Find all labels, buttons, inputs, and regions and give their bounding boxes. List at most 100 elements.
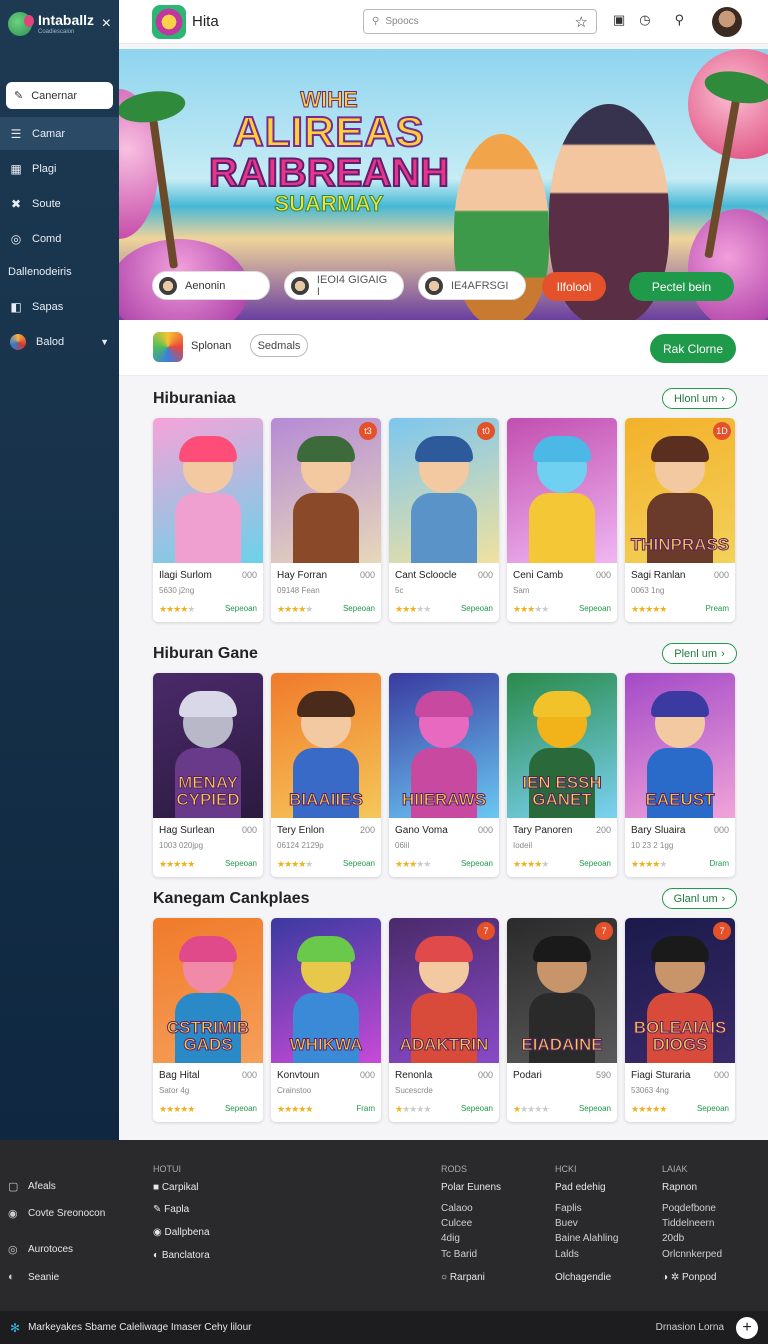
- user-avatar[interactable]: [712, 7, 742, 37]
- footer-link[interactable]: ◑ ✲ Ponpod: [662, 1272, 716, 1283]
- game-card[interactable]: BIAAIIES Tery Enlon 200 06124 2129p ★★★★★ Sep…: [271, 673, 381, 877]
- footer-link[interactable]: Orlcnnkerped: [662, 1249, 722, 1260]
- game-card[interactable]: t0 Cant Scloocle 000 5c ★★★★★ Sepeoan: [389, 418, 499, 622]
- game-card[interactable]: EAEUST Bary Sluaira 000 10 23 2 1gg ★★★★★ Dra…: [625, 673, 735, 877]
- sidebar-item-soute[interactable]: ✖ Soute: [0, 187, 119, 220]
- footer-item[interactable]: ◎ Aurotoces: [8, 1243, 73, 1256]
- card-badge: 7: [595, 922, 613, 940]
- see-more-button[interactable]: Hlonl um ›: [662, 388, 737, 409]
- footer-item[interactable]: ◉ Covte Sreonocon: [8, 1207, 105, 1220]
- game-status: Sepeoan: [460, 604, 493, 613]
- hero-pill[interactable]: IE4AFRSGI: [418, 271, 526, 300]
- close-icon[interactable]: ×: [102, 15, 111, 33]
- footer-link[interactable]: Olchagendie: [555, 1272, 611, 1283]
- card-badge: t0: [477, 422, 495, 440]
- footer-link[interactable]: ◐ Banclatora: [153, 1250, 210, 1261]
- footer-link[interactable]: Polar Eunens: [441, 1182, 501, 1193]
- card-row: CSTRIMIB GADS Bag Hital 000 Sator 4g ★★★★★ Se…: [153, 918, 735, 1122]
- footer-item[interactable]: ▢ Afeals: [8, 1180, 56, 1193]
- game-subtitle: 06lil: [395, 841, 410, 850]
- thumbnail-title: CSTRIMIB GADS: [166, 1018, 250, 1054]
- character-hair: [533, 691, 591, 717]
- sidebar-item-camar[interactable]: ☰ Camar: [0, 117, 119, 150]
- footer-link[interactable]: ✎ Fapla: [153, 1204, 189, 1215]
- filter-chip[interactable]: Sedmals: [250, 334, 308, 357]
- footer-link[interactable]: Culcee: [441, 1218, 472, 1229]
- footer-link[interactable]: Pad edehig: [555, 1182, 606, 1193]
- app-root: Intaballz Coadiescaion × ✎ Canernar ☰ Ca…: [0, 0, 768, 1344]
- footer-link[interactable]: Baine Alahling: [555, 1233, 618, 1244]
- moon-icon: ◐: [8, 1271, 15, 1283]
- bottom-bar-right-text[interactable]: Drnasion Lorna: [656, 1322, 724, 1333]
- chevron-right-icon: ›: [721, 647, 725, 660]
- footer-link[interactable]: Faplis: [555, 1203, 582, 1214]
- footer-link[interactable]: Poqdefbone: [662, 1203, 716, 1214]
- footer-link[interactable]: ○ Rarpani: [441, 1272, 485, 1283]
- game-card[interactable]: MENAY CYPIED Hag Surlean 000 1003 020jpg ★★★…: [153, 673, 263, 877]
- game-card[interactable]: CSTRIMIB GADS Bag Hital 000 Sator 4g ★★★★★ Se…: [153, 918, 263, 1122]
- rating-stars: ★★★★★: [159, 604, 195, 614]
- game-card[interactable]: 7 EIADAINE Podari 590 ★★★★★ Sepeoan: [507, 918, 617, 1122]
- chevron-down-icon: ▼: [100, 336, 109, 347]
- game-card[interactable]: IEN ESSH GANET Tary Panoren 200 Iodeil ★★★★★…: [507, 673, 617, 877]
- settings-icon: ◑ ✲: [662, 1272, 680, 1283]
- search-input[interactable]: ⚲ Spoocs ☆: [363, 9, 597, 34]
- brand-logo-icon[interactable]: [152, 4, 186, 39]
- game-card[interactable]: 7 BOLEAIAIS DIOGS Fiagi Sturaria 000 53063 4…: [625, 918, 735, 1122]
- sidebar-item-plagi[interactable]: ▦ Plagi: [0, 152, 119, 185]
- card-row: MENAY CYPIED Hag Surlean 000 1003 020jpg ★★★…: [153, 673, 735, 877]
- game-card[interactable]: 1D THINPRASS Sagi Ranlan 000 0063 1ng ★★★★★ Pr…: [625, 418, 735, 622]
- footer-link[interactable]: ◉ Dallpbena: [153, 1227, 210, 1238]
- card-row: Ilagi Surlom 000 5630 j2ng ★★★★★ Sepeoan t3 Ha…: [153, 418, 735, 622]
- filter-label: Splonan: [191, 340, 232, 352]
- rating-stars: ★★★★★: [277, 604, 313, 614]
- history-icon[interactable]: ◷: [639, 12, 650, 28]
- footer-col-heading: HOTUI: [153, 1164, 181, 1174]
- half-circle-icon: ◐: [153, 1250, 160, 1261]
- game-card[interactable]: 7 ADAKTRIN Renonla 000 Sucescrde ★★★★★ Sepeoan: [389, 918, 499, 1122]
- footer-link[interactable]: 20db: [662, 1233, 684, 1244]
- game-card[interactable]: HIIERAWS Gano Voma 000 06lil ★★★★★ Sepeoan: [389, 673, 499, 877]
- game-status: Fram: [356, 1104, 375, 1113]
- game-subtitle: 53063 4ng: [631, 1086, 669, 1095]
- footer-item[interactable]: ◐ Seanie: [8, 1271, 59, 1283]
- game-card[interactable]: Ilagi Surlom 000 5630 j2ng ★★★★★ Sepeoan: [153, 418, 263, 622]
- category-icon[interactable]: [153, 332, 183, 362]
- hero-pill[interactable]: Aenonin: [152, 271, 270, 300]
- see-more-button[interactable]: Plenl um ›: [662, 643, 737, 664]
- sidebar-item-balod[interactable]: Balod ▼: [0, 325, 119, 358]
- sidebar-item-label: Plagi: [32, 162, 57, 175]
- search-icon[interactable]: ⚲: [675, 12, 685, 28]
- game-name: Tary Panoren: [513, 825, 573, 836]
- footer-link[interactable]: Lalds: [555, 1249, 579, 1260]
- sidebar-item-sapas[interactable]: ◧ Sapas: [0, 290, 119, 323]
- footer-link[interactable]: Tc Barid: [441, 1249, 477, 1260]
- filter-button[interactable]: Rak Clorne: [650, 334, 736, 363]
- bookmark-icon[interactable]: ▣: [613, 12, 625, 28]
- footer-link[interactable]: Buev: [555, 1218, 578, 1229]
- thumbnail-title: ADAKTRIN: [399, 1035, 489, 1054]
- footer-link[interactable]: ■ Carpikal: [153, 1182, 199, 1193]
- sidebar-primary-button[interactable]: ✎ Canernar: [6, 82, 113, 109]
- hero-green-button[interactable]: Pectel bein: [629, 272, 734, 301]
- thumbnail-title: EAEUST: [645, 790, 715, 809]
- add-icon[interactable]: +: [736, 1316, 758, 1339]
- game-count: 000: [241, 570, 257, 580]
- game-card[interactable]: t3 Hay Forran 000 09148 Fean ★★★★★ Sepeoan: [271, 418, 381, 622]
- rating-stars: ★★★★★: [513, 604, 549, 614]
- game-card[interactable]: WHIKWA Konvtoun 000 Crainstoo ★★★★★ Fram: [271, 918, 381, 1122]
- game-thumbnail: HIIERAWS: [389, 673, 499, 818]
- star-icon[interactable]: ☆: [575, 13, 588, 31]
- footer-link[interactable]: 4dig: [441, 1233, 460, 1244]
- sidebar-item-label: Soute: [32, 197, 61, 210]
- footer-link[interactable]: Tiddelneern: [662, 1218, 714, 1229]
- see-more-button[interactable]: Glanl um ›: [662, 888, 737, 909]
- footer-link[interactable]: Rapnon: [662, 1182, 697, 1193]
- sidebar-item-comd[interactable]: ◎ Comd: [0, 222, 119, 255]
- game-card[interactable]: Ceni Camb 000 Sam ★★★★★ Sepeoan: [507, 418, 617, 622]
- game-count: 000: [359, 570, 375, 580]
- character-hair: [651, 936, 709, 962]
- hero-orange-button[interactable]: Ilfolool: [542, 272, 606, 301]
- hero-pill[interactable]: IEOI4 GIGAIG I: [284, 271, 404, 300]
- footer-link[interactable]: Calaoo: [441, 1203, 473, 1214]
